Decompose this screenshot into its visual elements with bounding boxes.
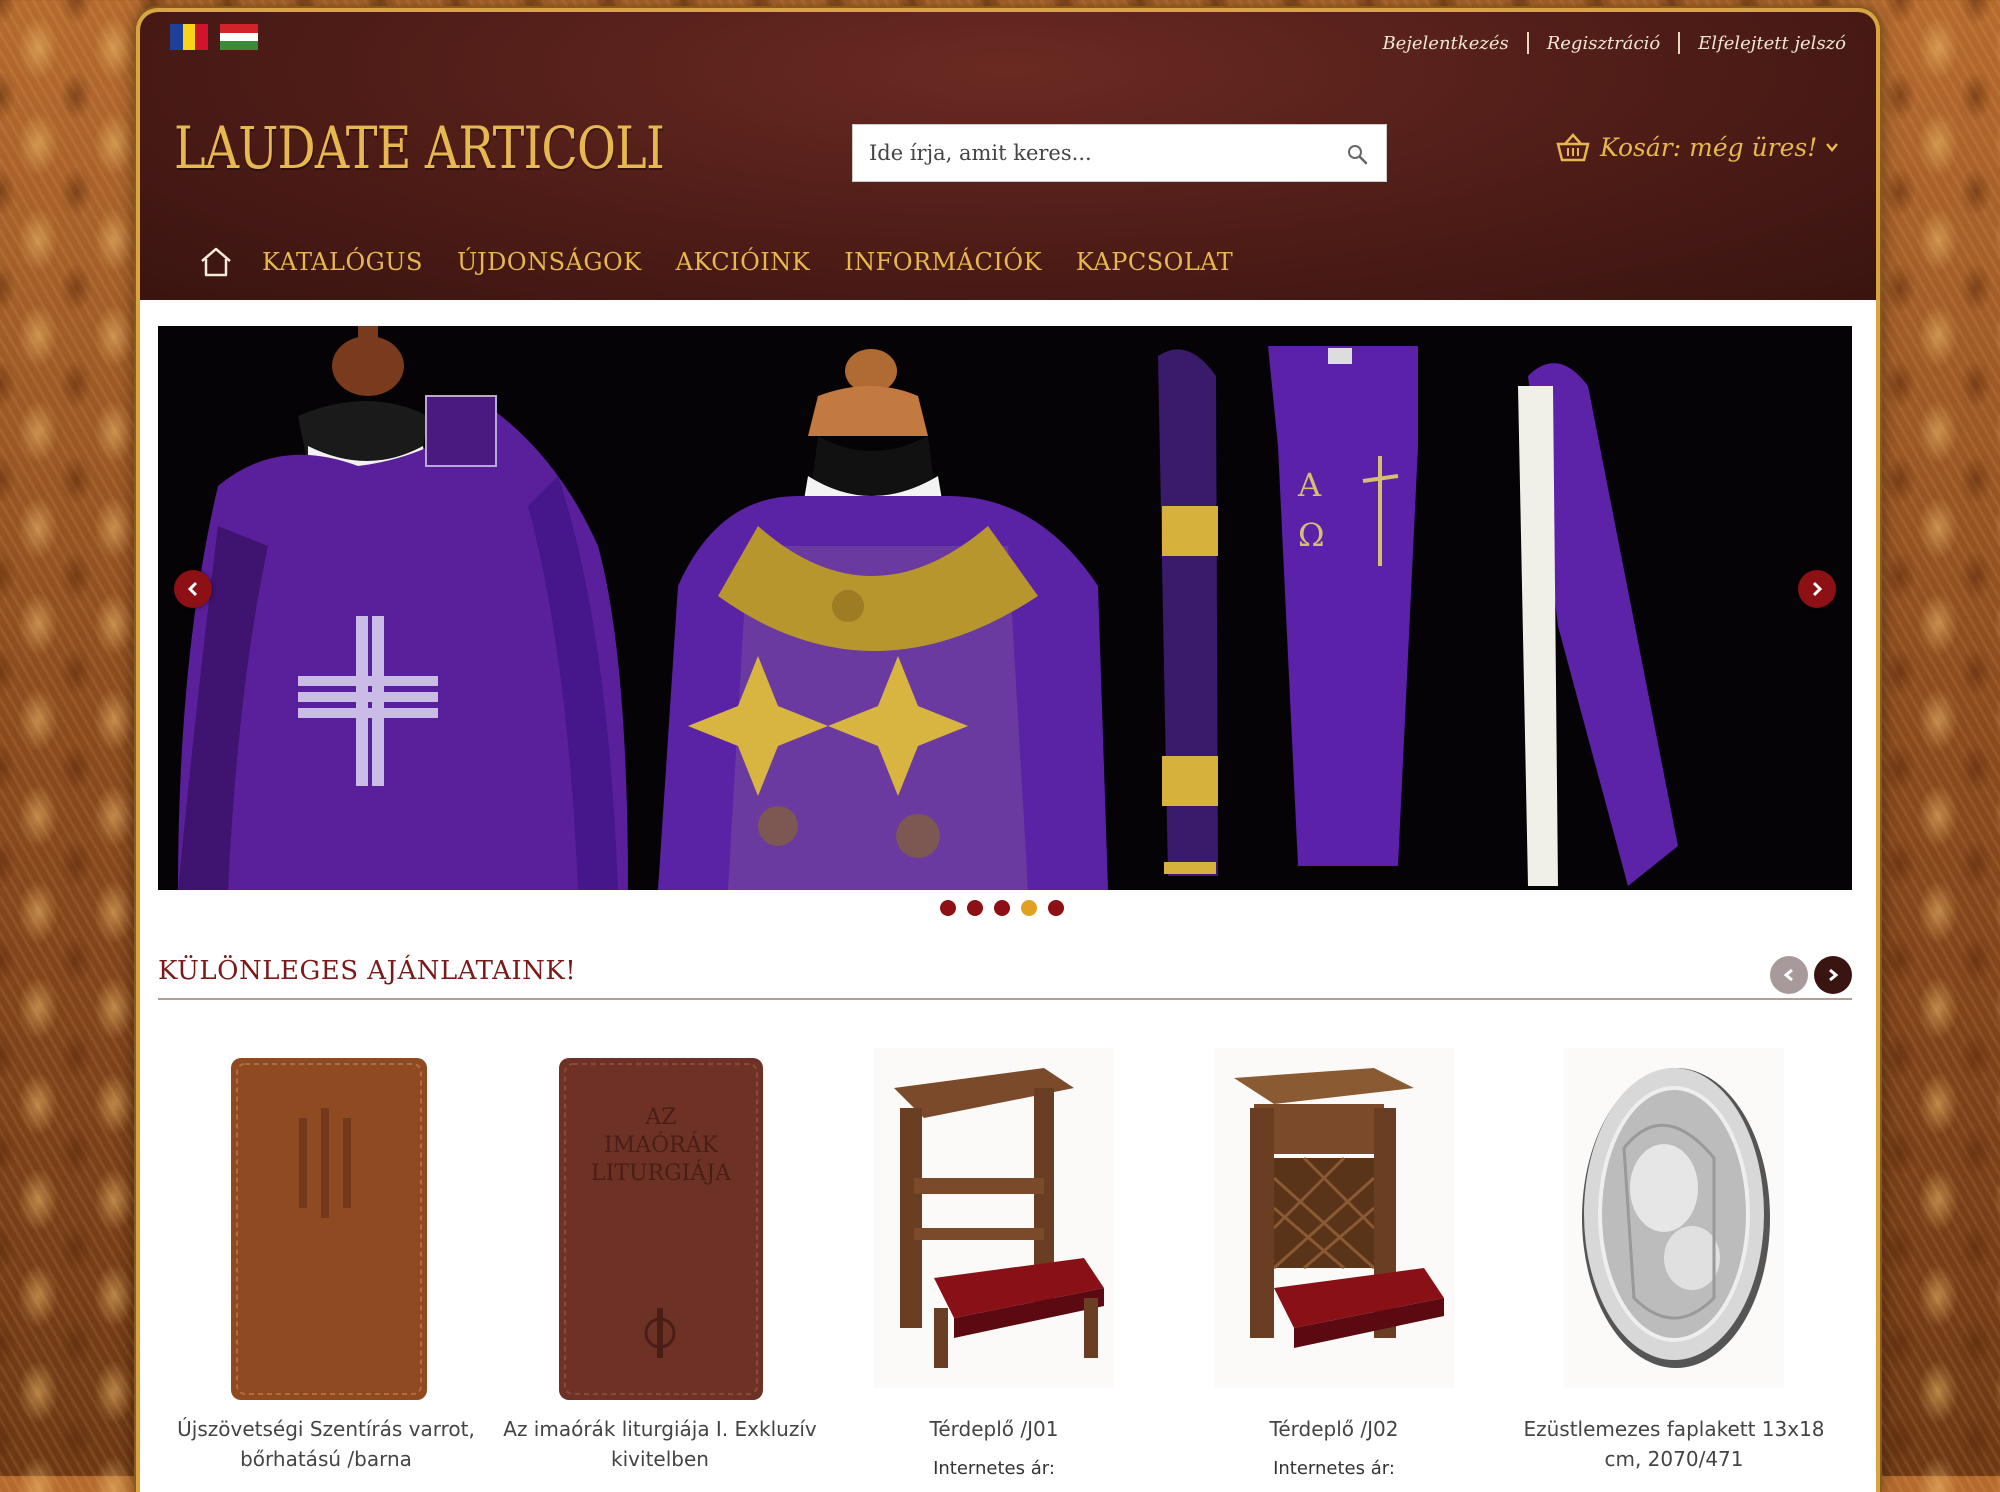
search-icon[interactable]	[1346, 143, 1368, 165]
divider	[1526, 32, 1529, 54]
product-carousel: Újszövetségi Szentírás varrot, bőrhatású…	[158, 1048, 1852, 1492]
section-title: KÜLÖNLEGES AJÁNLATAINK!	[158, 956, 577, 986]
nav-contact[interactable]: KAPCSOLAT	[1076, 248, 1233, 276]
cover-text: LITURGIÁJA	[591, 1159, 732, 1186]
product-name[interactable]: Az imaórák liturgiája I. Exkluzív kivite…	[500, 1414, 820, 1474]
offers-prev-button[interactable]	[1770, 956, 1808, 994]
svg-text:Ω: Ω	[1298, 516, 1325, 554]
product-name[interactable]: Térdeplő /J01	[834, 1414, 1154, 1444]
section-divider	[158, 998, 1852, 1000]
cart-dropdown[interactable]: Kosár: még üres!	[1556, 132, 1839, 162]
basket-icon	[1556, 133, 1590, 162]
cover-text: IMAÓRÁK	[604, 1131, 719, 1158]
cover-text: AZ	[644, 1105, 676, 1130]
site-header: Bejelentkezés Regisztráció Elfelejtett j…	[140, 12, 1876, 300]
chevron-right-icon	[1829, 968, 1839, 982]
product-image	[874, 1048, 1114, 1388]
slider-next-button[interactable]	[1798, 570, 1836, 608]
home-icon[interactable]	[198, 244, 234, 280]
product-image: AZ IMAÓRÁK LITURGIÁJA	[559, 1058, 763, 1400]
search-box	[852, 124, 1387, 182]
slider-dot[interactable]	[1048, 900, 1064, 916]
slider-prev-button[interactable]	[174, 570, 212, 608]
slider-dot[interactable]	[940, 900, 956, 916]
slider-dot[interactable]	[967, 900, 983, 916]
site-logo[interactable]: LAUDATE ARTICOLI	[174, 114, 665, 182]
login-link[interactable]: Bejelentkezés	[1382, 33, 1508, 54]
slide-image: A Ω	[158, 326, 1852, 890]
svg-text:A: A	[1297, 466, 1322, 504]
chevron-left-icon	[187, 581, 198, 597]
slider-dot[interactable]	[994, 900, 1010, 916]
hungarian-flag-icon[interactable]	[220, 24, 258, 51]
product-name[interactable]: Ezüstlemezes faplakett 13x18 cm, 2070/47…	[1514, 1414, 1834, 1474]
product-image	[1214, 1048, 1454, 1388]
page-frame: Bejelentkezés Regisztráció Elfelejtett j…	[136, 8, 1880, 1492]
romanian-flag-icon[interactable]	[170, 24, 209, 50]
account-links: Bejelentkezés Regisztráció Elfelejtett j…	[1382, 32, 1846, 54]
product-image	[231, 1058, 427, 1400]
slider-dots	[940, 900, 1075, 916]
nav-sales[interactable]: AKCIÓINK	[676, 248, 811, 276]
product-image	[1564, 1048, 1784, 1388]
nav-information[interactable]: INFORMÁCIÓK	[844, 248, 1042, 276]
main-nav: KATALÓGUS ÚJDONSÁGOK AKCIÓINK INFORMÁCIÓ…	[198, 244, 1267, 280]
chevron-down-icon	[1826, 143, 1839, 152]
forgot-password-link[interactable]: Elfelejtett jelszó	[1698, 33, 1846, 54]
hero-slider[interactable]: A Ω	[158, 326, 1852, 890]
register-link[interactable]: Regisztráció	[1547, 33, 1660, 54]
product-name[interactable]: Térdeplő /J02	[1174, 1414, 1494, 1444]
nav-new-products[interactable]: ÚJDONSÁGOK	[457, 248, 642, 276]
search-input[interactable]	[853, 125, 1339, 181]
divider	[1678, 32, 1681, 54]
chevron-right-icon	[1812, 581, 1823, 597]
product-name[interactable]: Újszövetségi Szentírás varrot, bőrhatású…	[166, 1414, 486, 1474]
slider-dot-active[interactable]	[1021, 900, 1037, 916]
nav-catalog[interactable]: KATALÓGUS	[262, 248, 423, 276]
offers-next-button[interactable]	[1814, 956, 1852, 994]
cart-label: Kosár: még üres!	[1600, 132, 1818, 162]
chevron-left-icon	[1783, 968, 1793, 982]
